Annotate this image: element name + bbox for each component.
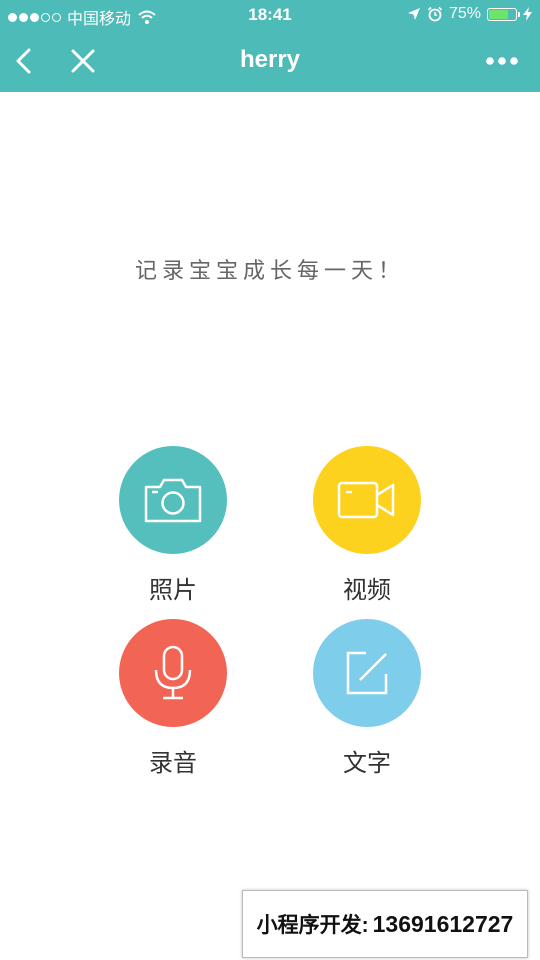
edit-icon (346, 651, 388, 695)
video-camera-icon (337, 481, 395, 519)
watermark-phone: 13691612727 (372, 910, 514, 937)
photo-label: 照片 (149, 577, 197, 604)
camera-icon (144, 478, 202, 523)
more-button[interactable] (484, 46, 524, 76)
charging-bolt-icon (523, 7, 532, 21)
status-bar: 中国移动 18:41 75% (0, 0, 540, 30)
audio-label: 录音 (149, 750, 197, 777)
battery-percent: 75% (448, 5, 481, 22)
contact-watermark: 小程序开发: 13691612727 (242, 890, 528, 958)
photo-button[interactable] (119, 446, 227, 554)
more-dots-icon (486, 57, 518, 65)
text-button[interactable] (313, 619, 421, 727)
text-action[interactable]: 文字 (297, 619, 437, 778)
battery-fill (489, 9, 508, 19)
navigation-bar: herry (0, 30, 540, 92)
slogan-text: 记录宝宝成长每一天！ (134, 258, 405, 283)
video-label: 视频 (343, 577, 391, 604)
audio-button[interactable] (119, 619, 227, 727)
photo-action[interactable]: 照片 (103, 446, 243, 605)
battery-icon (487, 7, 520, 21)
alarm-clock-icon (427, 6, 443, 22)
audio-action[interactable]: 录音 (103, 619, 243, 778)
status-right: 75% (407, 5, 532, 23)
location-arrow-icon (407, 8, 420, 20)
microphone-icon (154, 645, 192, 700)
video-button[interactable] (313, 446, 421, 554)
watermark-label: 小程序开发: (256, 914, 369, 937)
page-title: herry (239, 46, 301, 73)
video-action[interactable]: 视频 (297, 446, 437, 605)
text-label: 文字 (343, 750, 391, 777)
